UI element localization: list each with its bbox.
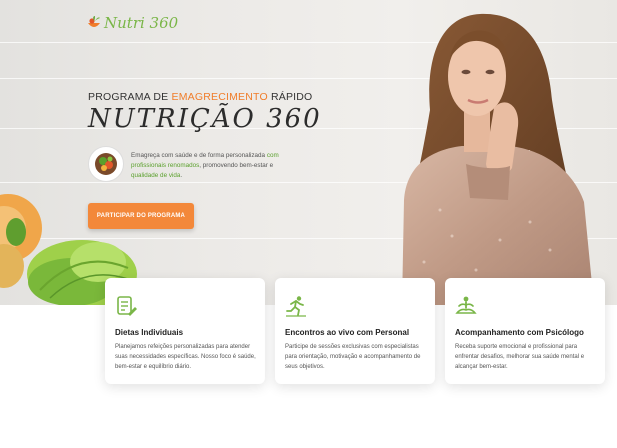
hero-description: Emagreça com saúde e de forma personaliz…	[131, 151, 291, 181]
feature-text: Participe de sessões exclusivas com espe…	[285, 344, 421, 370]
desc-text: Emagreça com saúde e de forma personaliz…	[131, 152, 267, 159]
eyebrow-text-end: RÁPIDO	[267, 91, 313, 103]
desc-text-3: .	[180, 172, 183, 179]
runner-icon	[286, 296, 306, 317]
participate-button[interactable]: PARTICIPAR DO PROGRAMA	[88, 203, 194, 229]
woman-photo	[402, 13, 594, 305]
feature-card-diets[interactable]: Dietas Individuais Planejamos refeições …	[105, 278, 265, 384]
feature-text: Receba suporte emocional e profissional …	[455, 344, 585, 370]
feature-card-personal[interactable]: Encontros ao vivo com Personal Participe…	[275, 278, 435, 384]
document-edit-icon	[117, 296, 137, 316]
brand-logo[interactable]: Nutri 360	[86, 14, 178, 32]
feature-title: Dietas Individuais	[115, 328, 184, 337]
eyebrow-text: PROGRAMA DE	[88, 91, 172, 103]
feature-title: Acompanhamento com Psicólogo	[455, 328, 584, 337]
meditation-icon	[455, 296, 477, 314]
desc-link-quality: qualidade de vida	[131, 172, 181, 179]
fruit-bowl-icon	[88, 16, 100, 27]
hero-title: NUTRIÇÃO 360	[88, 104, 322, 134]
salad-plate-icon	[95, 153, 117, 175]
feature-card-psychologist[interactable]: Acompanhamento com Psicólogo Receba supo…	[445, 278, 605, 384]
eyebrow-highlight: EMAGRECIMENTO	[171, 91, 268, 103]
feature-text: Planejamos refeições personalizadas para…	[115, 344, 256, 370]
food-thumbnail	[88, 146, 124, 182]
hero-section: Nutri 360 PROGRAMA DE EMAGRECIMENTO RÁPI…	[0, 0, 617, 305]
feature-title: Encontros ao vivo com Personal	[285, 328, 410, 337]
desc-text-2: , promovendo bem-estar e	[199, 162, 274, 169]
hero-eyebrow: PROGRAMA DE EMAGRECIMENTO RÁPIDO	[88, 91, 312, 103]
logo-text: Nutri 360	[104, 14, 179, 32]
